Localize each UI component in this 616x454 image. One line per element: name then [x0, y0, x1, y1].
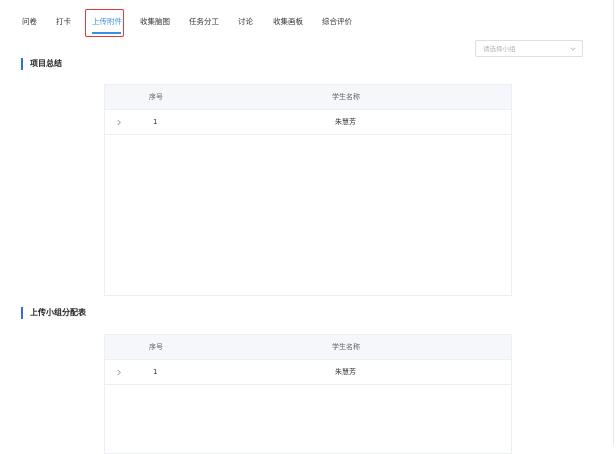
- tab-collect-board[interactable]: 收集画板: [273, 16, 303, 28]
- group-allocation-table: 序号 学生名称 1 朱慧芳: [104, 334, 512, 454]
- tab-overall-evaluation[interactable]: 综合评价: [322, 16, 352, 28]
- tab-questionnaire[interactable]: 问卷: [22, 16, 37, 28]
- cell-index: 1: [153, 368, 158, 376]
- project-summary-table: 序号 学生名称 1 朱慧芳: [104, 84, 512, 296]
- cell-index: 1: [153, 118, 158, 126]
- group-select[interactable]: 请选择小组: [475, 40, 583, 57]
- column-header-index: 序号: [149, 343, 163, 351]
- active-tab-highlight-box: [85, 9, 124, 37]
- cell-student-name: 朱慧芳: [335, 118, 356, 126]
- tab-discussion[interactable]: 讨论: [238, 16, 253, 28]
- chevron-right-icon[interactable]: [116, 369, 122, 376]
- section-accent-bar: [21, 307, 23, 319]
- tab-task-division[interactable]: 任务分工: [189, 16, 219, 28]
- tab-bar: 问卷 打卡 上传附件 收集脑图 任务分工 讨论 收集画板 综合评价: [0, 0, 616, 40]
- group-select-placeholder: 请选择小组: [483, 45, 516, 53]
- chevron-down-icon: [570, 47, 576, 51]
- column-header-student-name: 学生名称: [332, 343, 360, 351]
- cell-student-name: 朱慧芳: [335, 368, 356, 376]
- table-row[interactable]: 1 朱慧芳: [105, 360, 511, 385]
- tab-check-in[interactable]: 打卡: [56, 16, 71, 28]
- section-title: 项目总结: [30, 59, 62, 68]
- column-header-student-name: 学生名称: [332, 93, 360, 101]
- chevron-right-icon[interactable]: [116, 119, 122, 126]
- section-accent-bar: [21, 58, 23, 70]
- table-row[interactable]: 1 朱慧芳: [105, 110, 511, 135]
- table-header: 序号 学生名称: [105, 85, 511, 110]
- column-header-index: 序号: [149, 93, 163, 101]
- section-title: 上传小组分配表: [30, 308, 86, 317]
- tab-collect-mindmap[interactable]: 收集脑图: [140, 16, 170, 28]
- table-header: 序号 学生名称: [105, 335, 511, 360]
